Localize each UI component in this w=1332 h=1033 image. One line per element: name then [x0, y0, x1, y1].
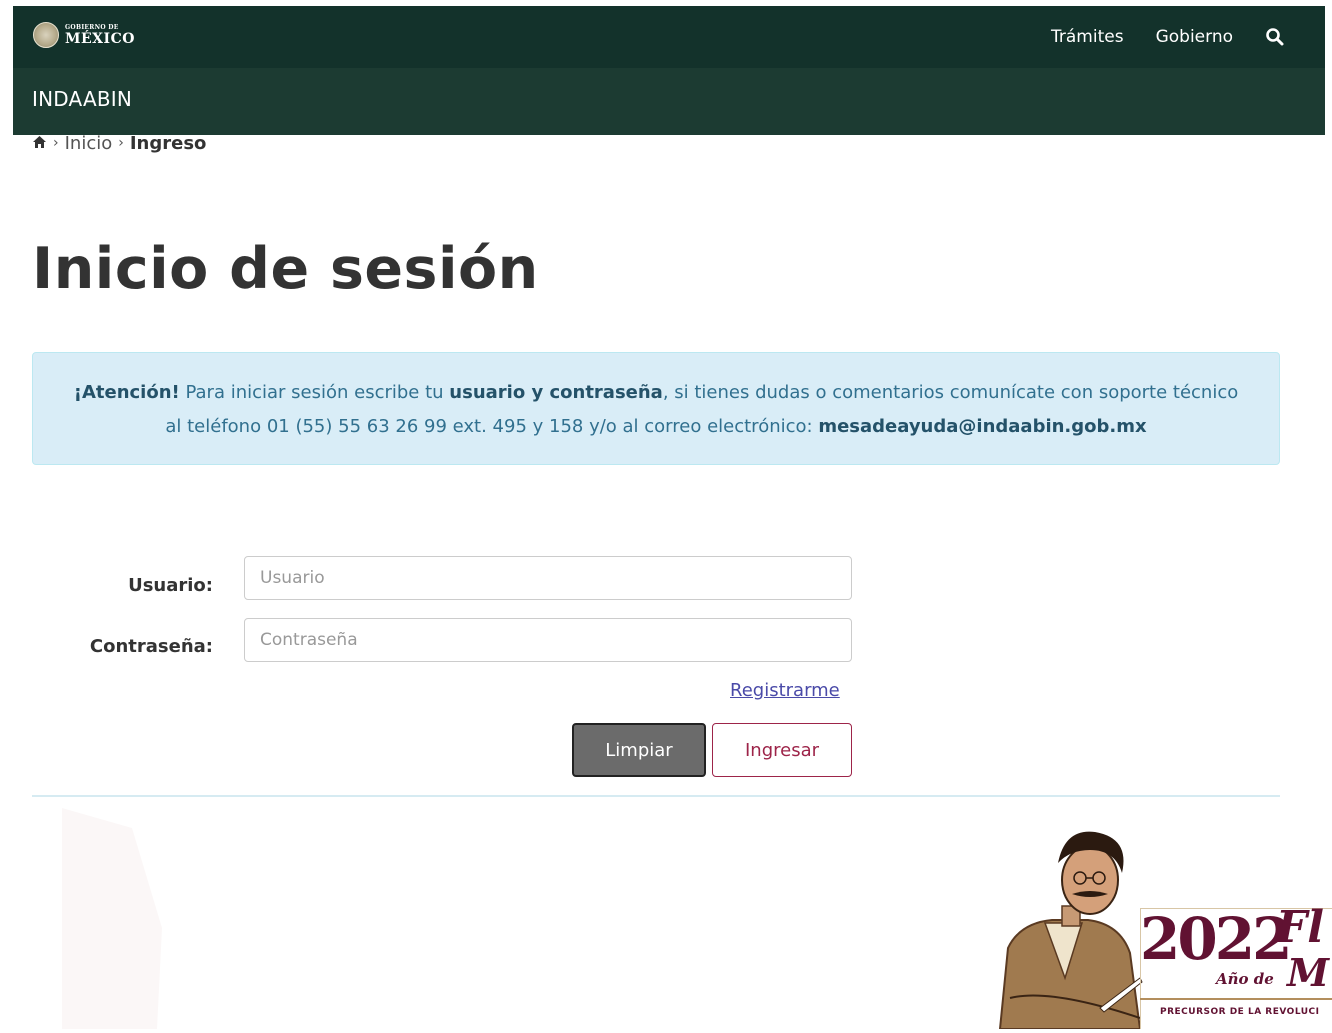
background-watermark	[62, 808, 172, 1029]
section-divider	[32, 795, 1280, 797]
top-nav: Trámites Gobierno	[1019, 6, 1285, 68]
site-subheader: INDAABIN	[13, 68, 1325, 135]
chevron-right-icon: ›	[118, 135, 124, 151]
anniversary-banner: 2022 Fl Año de M PRECURSOR DE LA REVOLUC…	[990, 828, 1332, 1029]
banner-rule	[1140, 998, 1332, 1000]
login-button[interactable]: Ingresar	[712, 723, 852, 777]
gobierno-de-mexico-logo[interactable]: GOBIERNO DE MÉXICO	[33, 19, 135, 51]
register-link[interactable]: Registrarme	[730, 680, 840, 701]
banner-ano: Año de	[1216, 970, 1274, 988]
banner-word-2: M	[1287, 950, 1330, 995]
page-title: Inicio de sesión	[32, 236, 539, 302]
breadcrumb-item-ingreso: Ingreso	[129, 132, 207, 154]
site-title[interactable]: INDAABIN	[32, 87, 132, 111]
banner-tagline: PRECURSOR DE LA REVOLUCI	[1160, 1007, 1320, 1017]
alert-credentials: usuario y contraseña	[449, 382, 663, 403]
portrait-illustration	[990, 828, 1150, 1029]
search-icon[interactable]	[1265, 27, 1285, 47]
logo-small-text: GOBIERNO DE	[65, 23, 119, 31]
banner-word-1: Fl	[1276, 902, 1324, 953]
banner-year: 2022	[1140, 905, 1292, 973]
password-label: Contraseña:	[89, 636, 213, 657]
logo-text: GOBIERNO DE MÉXICO	[65, 23, 135, 47]
logo-big-text: MÉXICO	[65, 30, 135, 47]
nav-link-tramites[interactable]: Trámites	[1051, 27, 1124, 47]
username-label: Usuario:	[128, 575, 213, 596]
chevron-right-icon: ›	[53, 135, 59, 151]
breadcrumb-item-inicio[interactable]: Inicio	[65, 133, 113, 154]
alert-text-1: Para iniciar sesión escribe tu	[179, 382, 450, 403]
info-alert: ¡Atención! Para iniciar sesión escribe t…	[32, 352, 1280, 465]
clear-button[interactable]: Limpiar	[572, 723, 706, 777]
username-input[interactable]	[244, 556, 852, 600]
top-navbar: GOBIERNO DE MÉXICO Trámites Gobierno	[13, 6, 1325, 68]
alert-email: mesadeayuda@indaabin.gob.mx	[818, 416, 1147, 437]
national-seal-icon	[33, 22, 59, 48]
nav-link-gobierno[interactable]: Gobierno	[1156, 27, 1233, 47]
breadcrumb: › Inicio › Ingreso	[32, 131, 206, 155]
password-input[interactable]	[244, 618, 852, 662]
alert-intro: ¡Atención!	[73, 382, 180, 403]
home-icon[interactable]	[32, 133, 47, 154]
